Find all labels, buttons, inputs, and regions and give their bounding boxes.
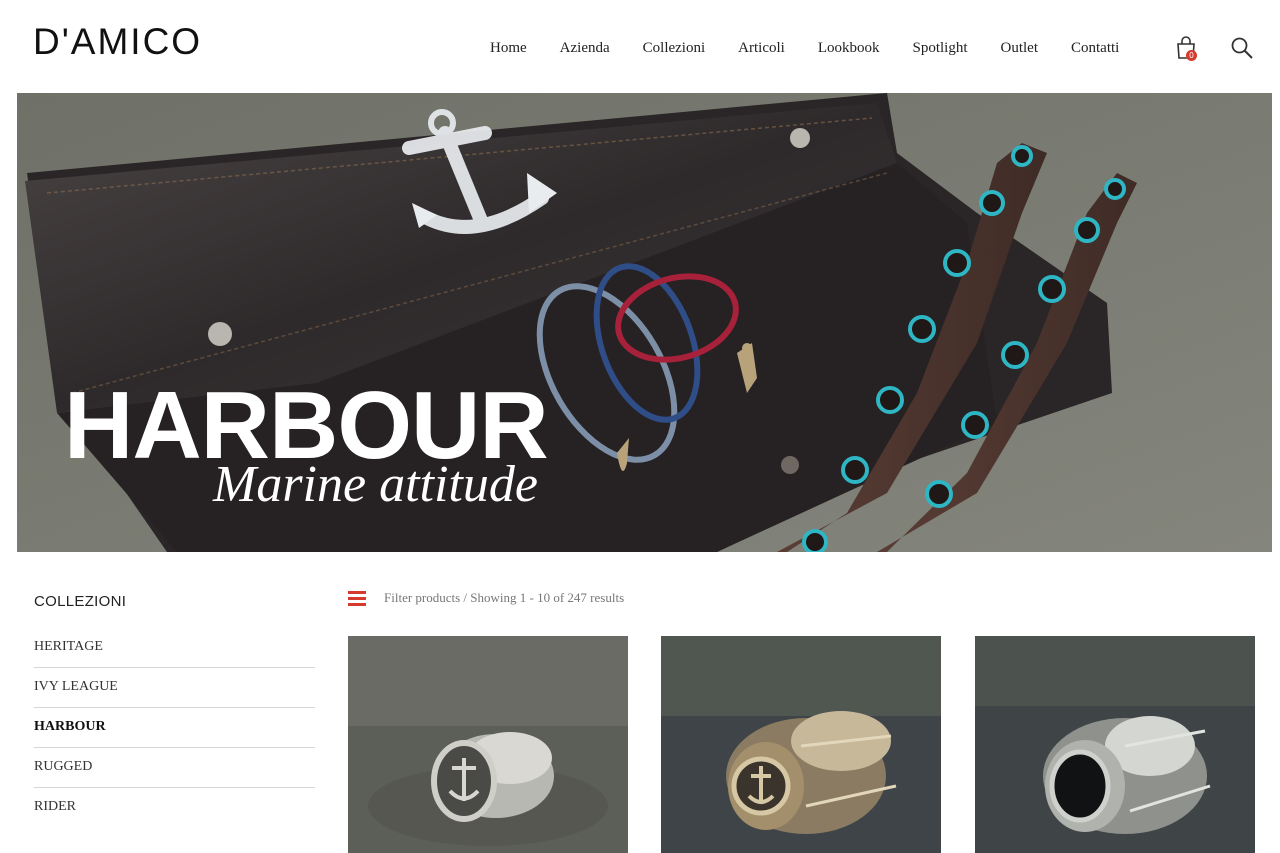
product-image: [661, 636, 941, 853]
nav-articoli[interactable]: Articoli: [738, 40, 785, 57]
nav-spotlight[interactable]: Spotlight: [912, 40, 967, 57]
sidebar-item-ivy-league[interactable]: IVY LEAGUE: [34, 668, 315, 708]
nav-lookbook[interactable]: Lookbook: [818, 40, 880, 57]
sidebar-item-rugged[interactable]: RUGGED: [34, 748, 315, 788]
filter-bar: Filter products / Showing 1 - 10 of 247 …: [348, 590, 624, 606]
cart-count-badge: 0: [1186, 50, 1197, 61]
nav-contatti[interactable]: Contatti: [1071, 40, 1119, 57]
site-logo[interactable]: D'AMICO: [33, 22, 202, 62]
hero-subtitle: Marine attitude: [213, 456, 538, 513]
product-card[interactable]: [661, 636, 941, 853]
nav-azienda[interactable]: Azienda: [560, 40, 610, 57]
menu-icon[interactable]: [348, 591, 366, 606]
sidebar-item-harbour[interactable]: HARBOUR: [34, 708, 315, 748]
cart-button[interactable]: 0: [1175, 36, 1201, 62]
product-card[interactable]: [348, 636, 628, 853]
search-icon: [1231, 37, 1253, 59]
sidebar-title: COLLEZIONI: [34, 593, 127, 610]
product-image: [348, 636, 628, 853]
logo-text: D'AMICO: [33, 21, 203, 62]
sidebar-item-heritage[interactable]: HERITAGE: [34, 628, 315, 668]
nav-outlet[interactable]: Outlet: [1001, 40, 1039, 57]
product-image: [975, 636, 1255, 853]
hero-image: [17, 93, 1272, 552]
hero-banner[interactable]: HARBOUR Marine attitude: [17, 93, 1272, 552]
nav-home[interactable]: Home: [490, 40, 527, 57]
product-card[interactable]: [975, 636, 1255, 853]
main-nav: Home Azienda Collezioni Articoli Lookboo…: [490, 40, 1152, 57]
nav-collezioni[interactable]: Collezioni: [643, 40, 706, 57]
search-button[interactable]: [1230, 36, 1256, 62]
sidebar-item-rider[interactable]: RIDER: [34, 788, 315, 828]
collection-list: HERITAGE IVY LEAGUE HARBOUR RUGGED RIDER: [34, 628, 315, 828]
filter-results-text[interactable]: Filter products / Showing 1 - 10 of 247 …: [384, 590, 624, 606]
